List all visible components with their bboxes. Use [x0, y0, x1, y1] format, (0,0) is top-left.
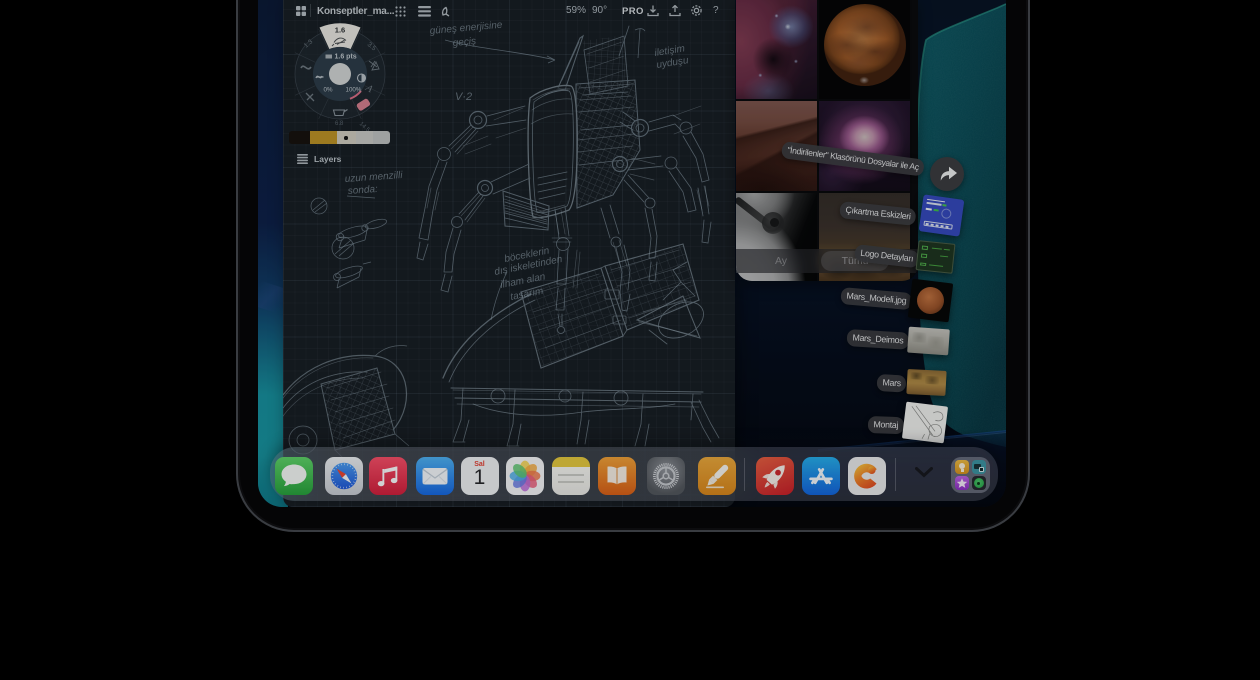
svg-text:V·2: V·2 [455, 91, 472, 103]
svg-text:6.8: 6.8 [335, 121, 344, 127]
svg-text:uzun menzilli: uzun menzilli [344, 170, 403, 185]
svg-text:1.6: 1.6 [335, 26, 345, 35]
svg-text:1.6 pts: 1.6 pts [335, 54, 357, 61]
svg-text:sonda:: sonda: [347, 184, 378, 197]
svg-text:100%: 100% [346, 87, 362, 94]
svg-text:güneş enerjisine: güneş enerjisine [429, 20, 503, 37]
svg-text:0%: 0% [324, 87, 333, 94]
